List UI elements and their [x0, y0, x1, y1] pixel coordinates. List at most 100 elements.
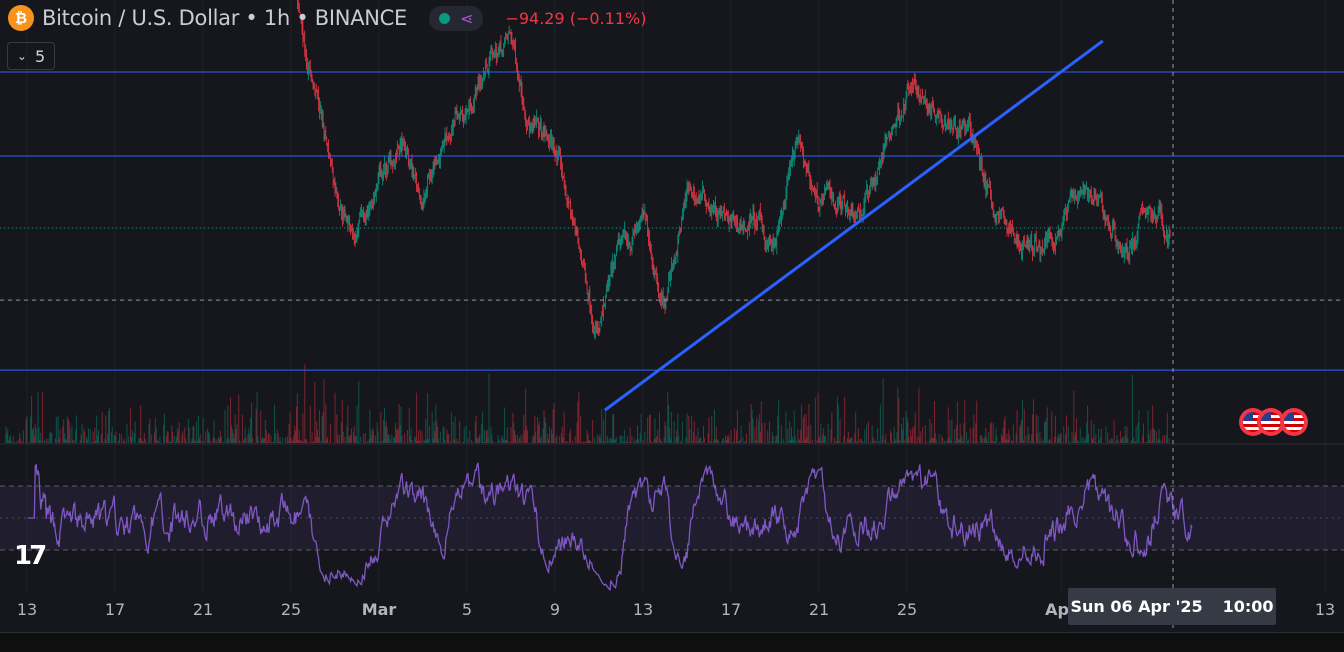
volume-bar — [390, 439, 391, 443]
volume-bar — [335, 393, 336, 443]
volume-bar — [1153, 428, 1154, 443]
volume-bar — [1043, 441, 1044, 443]
volume-bar — [226, 439, 227, 443]
volume-bar — [951, 440, 952, 443]
volume-bar — [1121, 439, 1122, 443]
volume-bar — [922, 427, 923, 443]
volume-bar — [357, 442, 358, 443]
volume-bar — [181, 435, 182, 443]
volume-bar — [540, 438, 541, 443]
volume-bar — [640, 433, 641, 443]
symbol-title[interactable]: Bitcoin / U.S. Dollar • 1h • BINANCE — [42, 6, 407, 30]
volume-bar — [534, 415, 535, 443]
volume-bar — [883, 378, 884, 443]
indicator-count: 5 — [35, 47, 45, 66]
volume-bar — [795, 435, 796, 443]
volume-bar — [823, 428, 824, 443]
volume-bar — [1136, 427, 1137, 443]
volume-bar — [1028, 427, 1029, 443]
volume-bar — [270, 436, 271, 443]
volume-bar — [397, 428, 398, 443]
volume-bar — [125, 442, 126, 443]
volume-bar — [1006, 440, 1007, 443]
volume-bar — [289, 424, 290, 443]
volume-bar — [28, 442, 29, 443]
volume-bar — [1063, 426, 1064, 443]
volume-bar — [980, 435, 981, 443]
volume-bar — [5, 426, 6, 443]
volume-bar — [367, 441, 368, 443]
trend-line[interactable] — [605, 41, 1103, 410]
volume-bar — [771, 441, 772, 443]
volume-bar — [23, 430, 24, 443]
volume-bar — [527, 431, 528, 443]
volume-bar — [1001, 434, 1002, 443]
volume-bar — [388, 435, 389, 443]
crosshair-time: 10:00 — [1223, 597, 1274, 616]
volume-bar — [564, 412, 565, 443]
volume-bar — [296, 407, 297, 443]
volume-bar — [1078, 440, 1079, 443]
volume-bar — [353, 432, 354, 443]
volume-bar — [104, 439, 105, 443]
volume-bar — [711, 416, 712, 443]
volume-bar — [662, 442, 663, 443]
market-status[interactable]: ⋖ — [429, 6, 483, 31]
price-chart[interactable] — [0, 0, 1344, 632]
volume-bar — [158, 441, 159, 443]
volume-bar — [754, 427, 755, 443]
volume-bar — [401, 407, 402, 443]
volume-bar — [1017, 410, 1018, 443]
volume-bar — [907, 421, 908, 443]
volume-bar — [417, 441, 418, 443]
volume-bar — [467, 438, 468, 443]
volume-bar — [134, 433, 135, 443]
volume-bar — [930, 438, 931, 443]
volume-bar — [580, 416, 581, 443]
volume-bar — [91, 442, 92, 443]
volume-bar — [58, 416, 59, 443]
volume-bar — [493, 442, 494, 443]
indicators-toggle-button[interactable]: ⌄ 5 — [7, 42, 55, 70]
volume-bar — [319, 410, 320, 443]
tradingview-logo[interactable]: 17 — [14, 541, 44, 571]
volume-bar — [903, 417, 904, 443]
volume-bar — [555, 438, 556, 443]
share-icon[interactable]: ⋖ — [460, 9, 473, 28]
volume-bar — [719, 442, 720, 443]
volume-bar — [1154, 429, 1155, 443]
volume-bar — [170, 441, 171, 443]
volume-bar — [799, 440, 800, 443]
volume-bar — [553, 409, 554, 443]
volume-bar — [375, 435, 376, 443]
volume-bar — [437, 427, 438, 443]
volume-bar — [700, 437, 701, 443]
volume-bar — [915, 413, 916, 443]
volume-bar — [1109, 440, 1110, 443]
volume-bar — [399, 404, 400, 443]
volume-bar — [746, 433, 747, 443]
us-flag-event-icon[interactable] — [1280, 408, 1308, 436]
volume-bar — [492, 441, 493, 443]
volume-bar — [641, 414, 642, 443]
volume-bar — [794, 410, 795, 443]
volume-bar — [929, 441, 930, 443]
volume-bar — [539, 422, 540, 443]
volume-bar — [257, 392, 258, 443]
volume-bar — [926, 442, 927, 443]
volume-bar — [535, 431, 536, 443]
volume-bar — [671, 412, 672, 443]
volume-bar — [864, 430, 865, 443]
volume-bar — [793, 440, 794, 443]
volume-bar — [1135, 441, 1136, 443]
volume-bar — [572, 441, 573, 443]
volume-bar — [5, 442, 6, 443]
volume-bar — [1150, 429, 1151, 443]
volume-bar — [727, 437, 728, 443]
volume-bar — [387, 428, 388, 443]
volume-bar — [995, 428, 996, 443]
volume-bar — [336, 414, 337, 443]
x-tick-label: 17 — [721, 600, 741, 619]
volume-bar — [878, 442, 879, 443]
volume-bar — [429, 426, 430, 443]
